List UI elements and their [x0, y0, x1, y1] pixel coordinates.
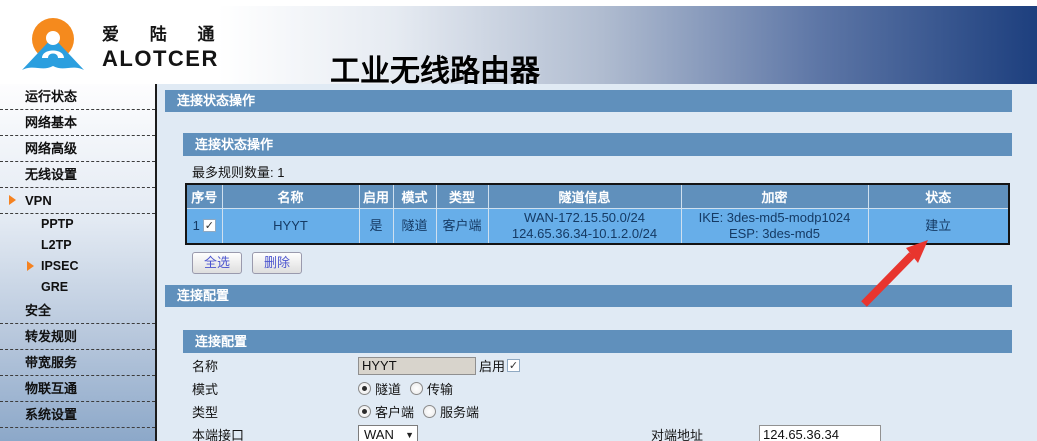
brand-name-chinese: 爱 陆 通	[102, 20, 227, 45]
local-port-label: 本端接口	[192, 425, 358, 441]
local-port-value: WAN	[364, 427, 394, 441]
selected-arrow-icon	[27, 261, 34, 271]
name-input[interactable]	[358, 357, 476, 375]
form-row-type: 类型 客户端 服务端	[192, 400, 881, 423]
max-rules-label: 最多规则数量:	[192, 165, 274, 180]
col-header-tunnel-info: 隧道信息	[488, 184, 681, 208]
cell-enabled: 是	[359, 208, 393, 244]
max-rules-value: 1	[277, 165, 284, 180]
cell-status: 建立	[868, 208, 1009, 244]
peer-address-label: 对端地址	[651, 425, 703, 441]
sidebar-item-wireless-settings[interactable]: 无线设置	[0, 162, 155, 188]
enable-label: 启用	[479, 356, 505, 375]
type-client-label: 客户端	[375, 402, 414, 421]
enable-checkbox[interactable]: ✓	[507, 359, 520, 372]
sidebar-item-gre[interactable]: GRE	[0, 277, 155, 298]
sidebar-item-pptp[interactable]: PPTP	[0, 214, 155, 235]
table-row: 1 ✓ HYYT 是 隧道 客户端 WAN-172.15.50.0/24 124…	[186, 208, 1009, 244]
sidebar-item-security[interactable]: 安全	[0, 298, 155, 324]
panel-title-connection-config: 连接配置	[183, 330, 1012, 353]
col-header-mode: 模式	[393, 184, 436, 208]
cell-tunnel-info: WAN-172.15.50.0/24 124.65.36.34-10.1.2.0…	[488, 208, 681, 244]
col-header-encryption: 加密	[681, 184, 868, 208]
main-content: 连接状态操作 连接状态操作 最多规则数量: 1 序号 名称 启用 模式 类型 隧…	[157, 84, 1037, 441]
panel-title-connection-status: 连接状态操作	[183, 133, 1012, 156]
table-header-row: 序号 名称 启用 模式 类型 隧道信息 加密 状态	[186, 184, 1009, 208]
type-label: 类型	[192, 402, 358, 421]
form-row-mode: 模式 隧道 传输	[192, 377, 881, 400]
col-header-type: 类型	[436, 184, 488, 208]
type-client-radio[interactable]	[358, 405, 371, 418]
cell-mode: 隧道	[393, 208, 436, 244]
sidebar-item-iot-interconnect[interactable]: 物联互通	[0, 376, 155, 402]
sidebar-item-network-basic[interactable]: 网络基本	[0, 110, 155, 136]
sidebar-item-ipsec[interactable]: IPSEC	[0, 256, 155, 277]
form-row-name: 名称 启用 ✓	[192, 354, 881, 377]
col-header-enabled: 启用	[359, 184, 393, 208]
cell-seq: 1 ✓	[186, 208, 222, 244]
type-server-label: 服务端	[440, 402, 479, 421]
form-row-local-port: 本端接口 WAN ▼ 对端地址	[192, 423, 881, 441]
brand-name-english: ALOTCER	[102, 46, 227, 72]
max-rules-text: 最多规则数量: 1	[192, 162, 284, 181]
name-label: 名称	[192, 356, 358, 375]
mode-label: 模式	[192, 379, 358, 398]
mode-tunnel-label: 隧道	[375, 379, 401, 398]
router-admin-page: 爱 陆 通 ALOTCER 工业无线路由器 运行状态 网络基本 网络高级 无线设…	[0, 0, 1037, 441]
select-all-button[interactable]: 全选	[192, 252, 242, 274]
mode-transport-radio[interactable]	[410, 382, 423, 395]
chevron-down-icon: ▼	[405, 430, 414, 440]
expanded-arrow-icon	[9, 195, 16, 205]
delete-button[interactable]: 删除	[252, 252, 302, 274]
col-header-seq: 序号	[186, 184, 222, 208]
peer-address-input[interactable]	[759, 425, 881, 441]
sidebar-item-l2tp[interactable]: L2TP	[0, 235, 155, 256]
type-server-radio[interactable]	[423, 405, 436, 418]
section-bar-connection-config: 连接配置	[165, 285, 1012, 307]
alotcer-logo-icon	[20, 14, 84, 76]
col-header-name: 名称	[222, 184, 359, 208]
sidebar-item-bandwidth-service[interactable]: 带宽服务	[0, 350, 155, 376]
mode-transport-label: 传输	[427, 379, 453, 398]
sidebar-item-forwarding-rules[interactable]: 转发规则	[0, 324, 155, 350]
local-port-select[interactable]: WAN ▼	[358, 425, 418, 441]
sidebar-item-system-settings[interactable]: 系统设置	[0, 402, 155, 428]
brand-logo: 爱 陆 通 ALOTCER	[20, 12, 280, 78]
table-actions: 全选 删除	[192, 252, 302, 274]
cell-type: 客户端	[436, 208, 488, 244]
mode-tunnel-radio[interactable]	[358, 382, 371, 395]
section-bar-connection-status: 连接状态操作	[165, 90, 1012, 112]
connection-config-form: 名称 启用 ✓ 模式 隧道 传输 类型 客户端 服务端	[192, 354, 881, 441]
sidebar-nav: 运行状态 网络基本 网络高级 无线设置 VPN PPTP L2TP IPSEC …	[0, 84, 157, 441]
ipsec-rules-table: 序号 名称 启用 模式 类型 隧道信息 加密 状态 1 ✓	[185, 183, 1010, 245]
sidebar-item-network-advanced[interactable]: 网络高级	[0, 136, 155, 162]
cell-name: HYYT	[222, 208, 359, 244]
row-select-checkbox[interactable]: ✓	[203, 219, 216, 232]
col-header-status: 状态	[868, 184, 1009, 208]
sidebar-item-running-status[interactable]: 运行状态	[0, 84, 155, 110]
sidebar-item-vpn[interactable]: VPN	[0, 188, 155, 214]
cell-encryption: IKE: 3des-md5-modp1024 ESP: 3des-md5	[681, 208, 868, 244]
